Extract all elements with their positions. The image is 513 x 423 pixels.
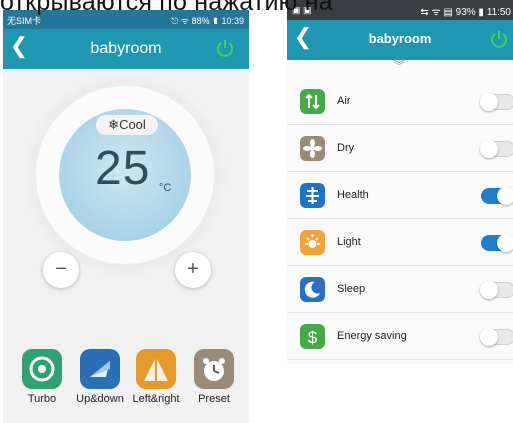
power-icon[interactable]	[215, 38, 235, 63]
air-icon	[300, 89, 325, 114]
list-item-air[interactable]: Air	[287, 78, 513, 125]
chevron-down-icon[interactable]: ︾	[393, 57, 405, 74]
temperature-unit: °C	[159, 182, 172, 194]
svg-text:$: $	[308, 328, 318, 347]
preset-button[interactable]: Preset	[184, 349, 244, 405]
updown-label: Up&down	[76, 393, 124, 405]
sleep-icon	[300, 277, 325, 302]
alarm-clock-icon	[194, 349, 234, 389]
energy-saving-icon: $	[300, 324, 325, 349]
page-title: babyroom	[368, 31, 432, 46]
dry-toggle[interactable]	[480, 140, 513, 158]
mode-badge[interactable]: ❄Cool	[96, 115, 158, 135]
leftright-swing-icon	[136, 349, 176, 389]
power-icon[interactable]	[489, 29, 509, 54]
sleep-toggle[interactable]	[480, 281, 513, 299]
list-item-label: Sleep	[337, 283, 366, 295]
energy-saving-toggle[interactable]	[480, 328, 513, 346]
list-item-light[interactable]: Light	[287, 219, 513, 266]
decrease-temp-button[interactable]: −	[43, 252, 79, 288]
light-toggle[interactable]	[481, 234, 513, 252]
leftright-label: Left&right	[132, 393, 180, 405]
function-list: Air Dry Health Light Sleep $ Energy savi…	[287, 78, 513, 360]
light-icon	[300, 230, 325, 255]
air-toggle[interactable]	[480, 93, 513, 111]
updown-button[interactable]: Up&down	[70, 349, 130, 405]
nav-bar: ❮ babyroom	[287, 20, 513, 60]
list-item-sleep[interactable]: Sleep	[287, 266, 513, 313]
list-item-health[interactable]: Health	[287, 172, 513, 219]
chevron-up-icon[interactable]: ︽	[119, 415, 131, 423]
turbo-icon	[22, 349, 62, 389]
phone-ac-control-screen: 无SIM卡 ⎋ ᯤ 88% ▮ 10:39 ❮ babyroom ❄Cool 2…	[3, 10, 249, 423]
list-item-label: Dry	[337, 142, 355, 154]
caption-text: открываются по нажатию на	[0, 0, 333, 16]
preset-label: Preset	[198, 393, 230, 405]
list-item-label: Energy saving	[337, 330, 407, 342]
leftright-button[interactable]: Left&right	[126, 349, 186, 405]
turbo-label: Turbo	[27, 393, 57, 405]
health-toggle[interactable]	[481, 187, 513, 205]
temperature-value: 25	[95, 142, 151, 195]
list-item-label: Light	[337, 236, 361, 248]
increase-temp-button[interactable]: +	[175, 252, 211, 288]
page-title: babyroom	[90, 40, 162, 57]
phone-function-list-screen: ▣ ▣ ⇆ ᯤ ▤ 93% ▮ 11:50 ❮ babyroom ︾ Air D…	[287, 0, 513, 364]
health-icon	[300, 183, 325, 208]
list-item-label: Air	[337, 95, 351, 107]
list-item-dry[interactable]: Dry	[287, 125, 513, 172]
turbo-button[interactable]: Turbo	[12, 349, 72, 405]
nav-bar: ❮ babyroom	[3, 29, 249, 69]
dry-icon	[300, 136, 325, 161]
list-item-energy-saving[interactable]: $ Energy saving	[287, 313, 513, 360]
updown-swing-icon	[80, 349, 120, 389]
list-item-label: Health	[337, 189, 369, 201]
